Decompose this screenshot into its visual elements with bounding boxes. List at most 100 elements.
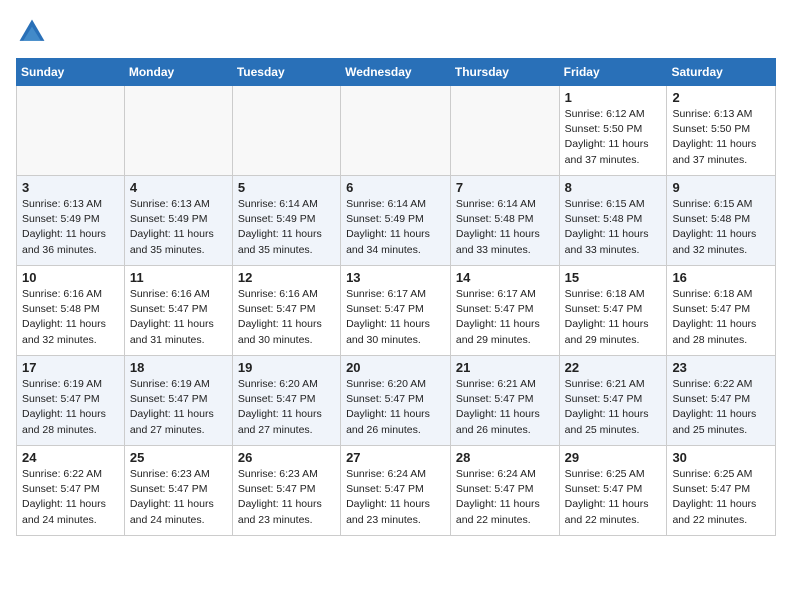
- header: [16, 16, 776, 48]
- logo: [16, 16, 52, 48]
- calendar-cell: 12 Sunrise: 6:16 AMSunset: 5:47 PMDayligh…: [232, 266, 340, 356]
- calendar-week-row: 10 Sunrise: 6:16 AMSunset: 5:48 PMDayligh…: [17, 266, 776, 356]
- calendar-cell: 5 Sunrise: 6:14 AMSunset: 5:49 PMDaylight…: [232, 176, 340, 266]
- cell-day-number: 5: [238, 180, 335, 195]
- page: SundayMondayTuesdayWednesdayThursdayFrid…: [0, 0, 792, 546]
- calendar-table: SundayMondayTuesdayWednesdayThursdayFrid…: [16, 58, 776, 536]
- cell-info: Sunrise: 6:25 AMSunset: 5:47 PMDaylight:…: [565, 467, 662, 528]
- cell-info: Sunrise: 6:14 AMSunset: 5:49 PMDaylight:…: [238, 197, 335, 258]
- cell-day-number: 19: [238, 360, 335, 375]
- calendar-cell: [232, 86, 340, 176]
- weekday-header-row: SundayMondayTuesdayWednesdayThursdayFrid…: [17, 59, 776, 86]
- calendar-cell: [341, 86, 451, 176]
- calendar-cell: [17, 86, 125, 176]
- cell-day-number: 16: [672, 270, 770, 285]
- calendar-cell: 20 Sunrise: 6:20 AMSunset: 5:47 PMDayligh…: [341, 356, 451, 446]
- cell-day-number: 23: [672, 360, 770, 375]
- calendar-week-row: 1 Sunrise: 6:12 AMSunset: 5:50 PMDaylight…: [17, 86, 776, 176]
- cell-info: Sunrise: 6:14 AMSunset: 5:49 PMDaylight:…: [346, 197, 445, 258]
- calendar-week-row: 17 Sunrise: 6:19 AMSunset: 5:47 PMDayligh…: [17, 356, 776, 446]
- cell-info: Sunrise: 6:24 AMSunset: 5:47 PMDaylight:…: [346, 467, 445, 528]
- calendar-cell: 6 Sunrise: 6:14 AMSunset: 5:49 PMDaylight…: [341, 176, 451, 266]
- cell-day-number: 20: [346, 360, 445, 375]
- cell-day-number: 4: [130, 180, 227, 195]
- cell-day-number: 2: [672, 90, 770, 105]
- calendar-cell: 29 Sunrise: 6:25 AMSunset: 5:47 PMDayligh…: [559, 446, 667, 536]
- calendar-cell: 25 Sunrise: 6:23 AMSunset: 5:47 PMDayligh…: [124, 446, 232, 536]
- cell-info: Sunrise: 6:13 AMSunset: 5:49 PMDaylight:…: [130, 197, 227, 258]
- calendar-cell: 8Sunrise: 6:15 AMSunset: 5:48 PMDaylight…: [559, 176, 667, 266]
- cell-info: Sunrise: 6:19 AMSunset: 5:47 PMDaylight:…: [22, 377, 119, 438]
- cell-day-number: 15: [565, 270, 662, 285]
- cell-day-number: 7: [456, 180, 554, 195]
- calendar-cell: 30 Sunrise: 6:25 AMSunset: 5:47 PMDayligh…: [667, 446, 776, 536]
- cell-day-number: 22: [565, 360, 662, 375]
- calendar-cell: [124, 86, 232, 176]
- calendar-cell: 10 Sunrise: 6:16 AMSunset: 5:48 PMDayligh…: [17, 266, 125, 356]
- cell-day-number: 3: [22, 180, 119, 195]
- cell-day-number: 27: [346, 450, 445, 465]
- cell-info: Sunrise: 6:16 AMSunset: 5:47 PMDaylight:…: [238, 287, 335, 348]
- cell-info: Sunrise: 6:24 AMSunset: 5:47 PMDaylight:…: [456, 467, 554, 528]
- weekday-header-monday: Monday: [124, 59, 232, 86]
- cell-info: Sunrise: 6:23 AMSunset: 5:47 PMDaylight:…: [130, 467, 227, 528]
- cell-day-number: 26: [238, 450, 335, 465]
- cell-day-number: 10: [22, 270, 119, 285]
- cell-day-number: 9: [672, 180, 770, 195]
- calendar-cell: 18 Sunrise: 6:19 AMSunset: 5:47 PMDayligh…: [124, 356, 232, 446]
- calendar-cell: [450, 86, 559, 176]
- cell-info: Sunrise: 6:20 AMSunset: 5:47 PMDaylight:…: [346, 377, 445, 438]
- cell-day-number: 1: [565, 90, 662, 105]
- cell-info: Sunrise: 6:25 AMSunset: 5:47 PMDaylight:…: [672, 467, 770, 528]
- cell-info: Sunrise: 6:16 AMSunset: 5:47 PMDaylight:…: [130, 287, 227, 348]
- cell-info: Sunrise: 6:20 AMSunset: 5:47 PMDaylight:…: [238, 377, 335, 438]
- cell-info: Sunrise: 6:18 AMSunset: 5:47 PMDaylight:…: [565, 287, 662, 348]
- cell-info: Sunrise: 6:21 AMSunset: 5:47 PMDaylight:…: [565, 377, 662, 438]
- calendar-cell: 17 Sunrise: 6:19 AMSunset: 5:47 PMDayligh…: [17, 356, 125, 446]
- calendar-cell: 27 Sunrise: 6:24 AMSunset: 5:47 PMDayligh…: [341, 446, 451, 536]
- cell-day-number: 18: [130, 360, 227, 375]
- cell-info: Sunrise: 6:12 AMSunset: 5:50 PMDaylight:…: [565, 107, 662, 168]
- weekday-header-wednesday: Wednesday: [341, 59, 451, 86]
- cell-day-number: 28: [456, 450, 554, 465]
- calendar-cell: 19 Sunrise: 6:20 AMSunset: 5:47 PMDayligh…: [232, 356, 340, 446]
- cell-day-number: 29: [565, 450, 662, 465]
- weekday-header-tuesday: Tuesday: [232, 59, 340, 86]
- weekday-header-sunday: Sunday: [17, 59, 125, 86]
- calendar-cell: 11Sunrise: 6:16 AMSunset: 5:47 PMDayligh…: [124, 266, 232, 356]
- cell-day-number: 30: [672, 450, 770, 465]
- cell-day-number: 21: [456, 360, 554, 375]
- cell-info: Sunrise: 6:16 AMSunset: 5:48 PMDaylight:…: [22, 287, 119, 348]
- calendar-cell: 4 Sunrise: 6:13 AMSunset: 5:49 PMDaylight…: [124, 176, 232, 266]
- calendar-cell: 22 Sunrise: 6:21 AMSunset: 5:47 PMDayligh…: [559, 356, 667, 446]
- calendar-cell: 2 Sunrise: 6:13 AMSunset: 5:50 PMDaylight…: [667, 86, 776, 176]
- calendar-cell: 23 Sunrise: 6:22 AMSunset: 5:47 PMDayligh…: [667, 356, 776, 446]
- cell-info: Sunrise: 6:15 AMSunset: 5:48 PMDaylight:…: [565, 197, 662, 258]
- calendar-cell: 1 Sunrise: 6:12 AMSunset: 5:50 PMDaylight…: [559, 86, 667, 176]
- cell-info: Sunrise: 6:13 AMSunset: 5:49 PMDaylight:…: [22, 197, 119, 258]
- cell-info: Sunrise: 6:21 AMSunset: 5:47 PMDaylight:…: [456, 377, 554, 438]
- cell-info: Sunrise: 6:15 AMSunset: 5:48 PMDaylight:…: [672, 197, 770, 258]
- logo-icon: [16, 16, 48, 48]
- calendar-cell: 16 Sunrise: 6:18 AMSunset: 5:47 PMDayligh…: [667, 266, 776, 356]
- cell-day-number: 14: [456, 270, 554, 285]
- cell-info: Sunrise: 6:13 AMSunset: 5:50 PMDaylight:…: [672, 107, 770, 168]
- cell-day-number: 25: [130, 450, 227, 465]
- cell-day-number: 17: [22, 360, 119, 375]
- cell-info: Sunrise: 6:17 AMSunset: 5:47 PMDaylight:…: [456, 287, 554, 348]
- calendar-cell: 3 Sunrise: 6:13 AMSunset: 5:49 PMDaylight…: [17, 176, 125, 266]
- cell-info: Sunrise: 6:17 AMSunset: 5:47 PMDaylight:…: [346, 287, 445, 348]
- cell-info: Sunrise: 6:18 AMSunset: 5:47 PMDaylight:…: [672, 287, 770, 348]
- cell-day-number: 12: [238, 270, 335, 285]
- calendar-cell: 13 Sunrise: 6:17 AMSunset: 5:47 PMDayligh…: [341, 266, 451, 356]
- calendar-cell: 28 Sunrise: 6:24 AMSunset: 5:47 PMDayligh…: [450, 446, 559, 536]
- calendar-week-row: 24Sunrise: 6:22 AMSunset: 5:47 PMDayligh…: [17, 446, 776, 536]
- cell-day-number: 6: [346, 180, 445, 195]
- cell-info: Sunrise: 6:14 AMSunset: 5:48 PMDaylight:…: [456, 197, 554, 258]
- cell-day-number: 13: [346, 270, 445, 285]
- cell-info: Sunrise: 6:19 AMSunset: 5:47 PMDaylight:…: [130, 377, 227, 438]
- cell-info: Sunrise: 6:23 AMSunset: 5:47 PMDaylight:…: [238, 467, 335, 528]
- cell-info: Sunrise: 6:22 AMSunset: 5:47 PMDaylight:…: [672, 377, 770, 438]
- cell-info: Sunrise: 6:22 AMSunset: 5:47 PMDaylight:…: [22, 467, 119, 528]
- calendar-cell: 24Sunrise: 6:22 AMSunset: 5:47 PMDayligh…: [17, 446, 125, 536]
